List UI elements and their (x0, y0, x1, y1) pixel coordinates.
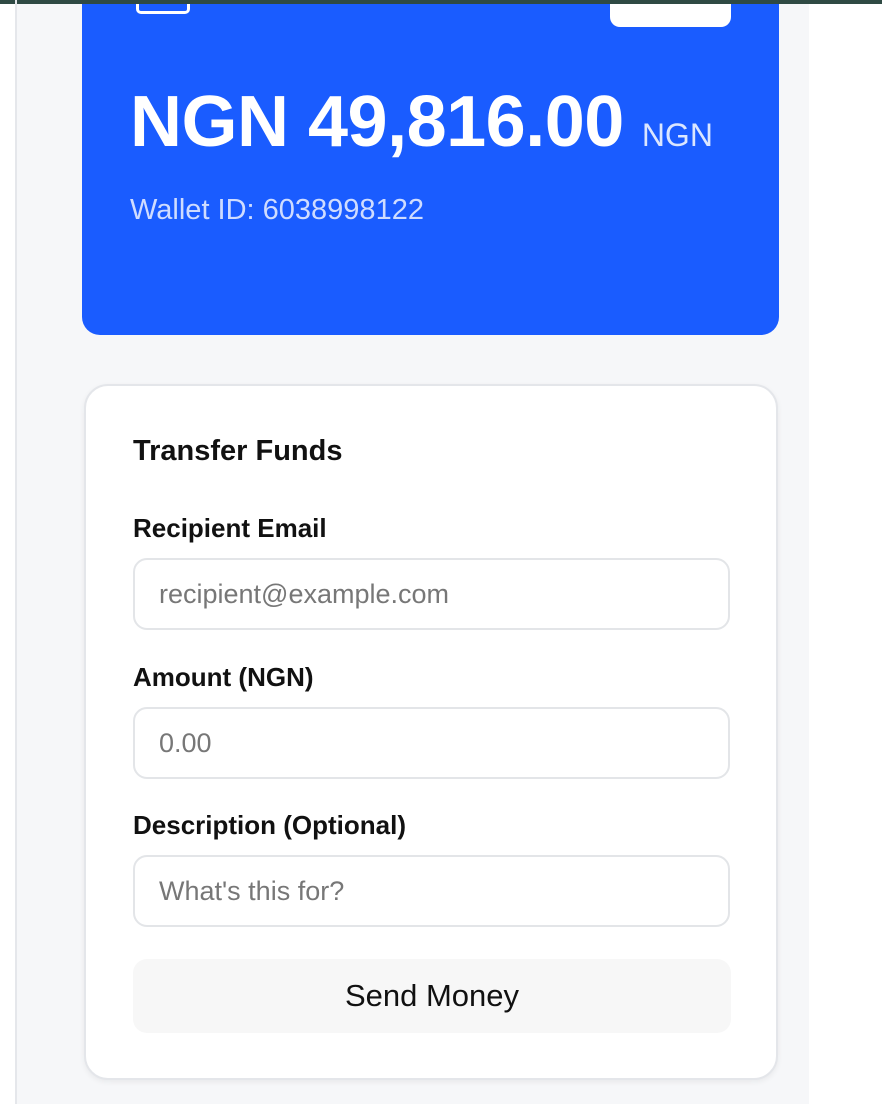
main-content: NGN 49,816.00 NGN Wallet ID: 6038998122 … (17, 4, 809, 1104)
amount-label: Amount (NGN) (133, 662, 314, 692)
recipient-email-label: Recipient Email (133, 513, 327, 543)
form-title: Transfer Funds (133, 435, 343, 467)
wallet-icon (136, 4, 190, 14)
amount-input[interactable] (133, 707, 730, 779)
send-money-button[interactable]: Send Money (133, 959, 731, 1033)
wallet-action-button[interactable] (610, 4, 731, 27)
transfer-form-card: Transfer Funds Recipient Email Amount (N… (84, 384, 778, 1080)
description-input[interactable] (133, 855, 730, 927)
balance-amount: NGN 49,816.00 (130, 82, 624, 162)
wallet-id: Wallet ID: 6038998122 (130, 194, 424, 226)
balance-row: NGN 49,816.00 NGN (130, 80, 713, 164)
wallet-balance-card: NGN 49,816.00 NGN Wallet ID: 6038998122 (82, 4, 779, 335)
description-label: Description (Optional) (133, 810, 406, 840)
balance-currency: NGN (641, 117, 713, 153)
recipient-email-input[interactable] (133, 558, 730, 630)
